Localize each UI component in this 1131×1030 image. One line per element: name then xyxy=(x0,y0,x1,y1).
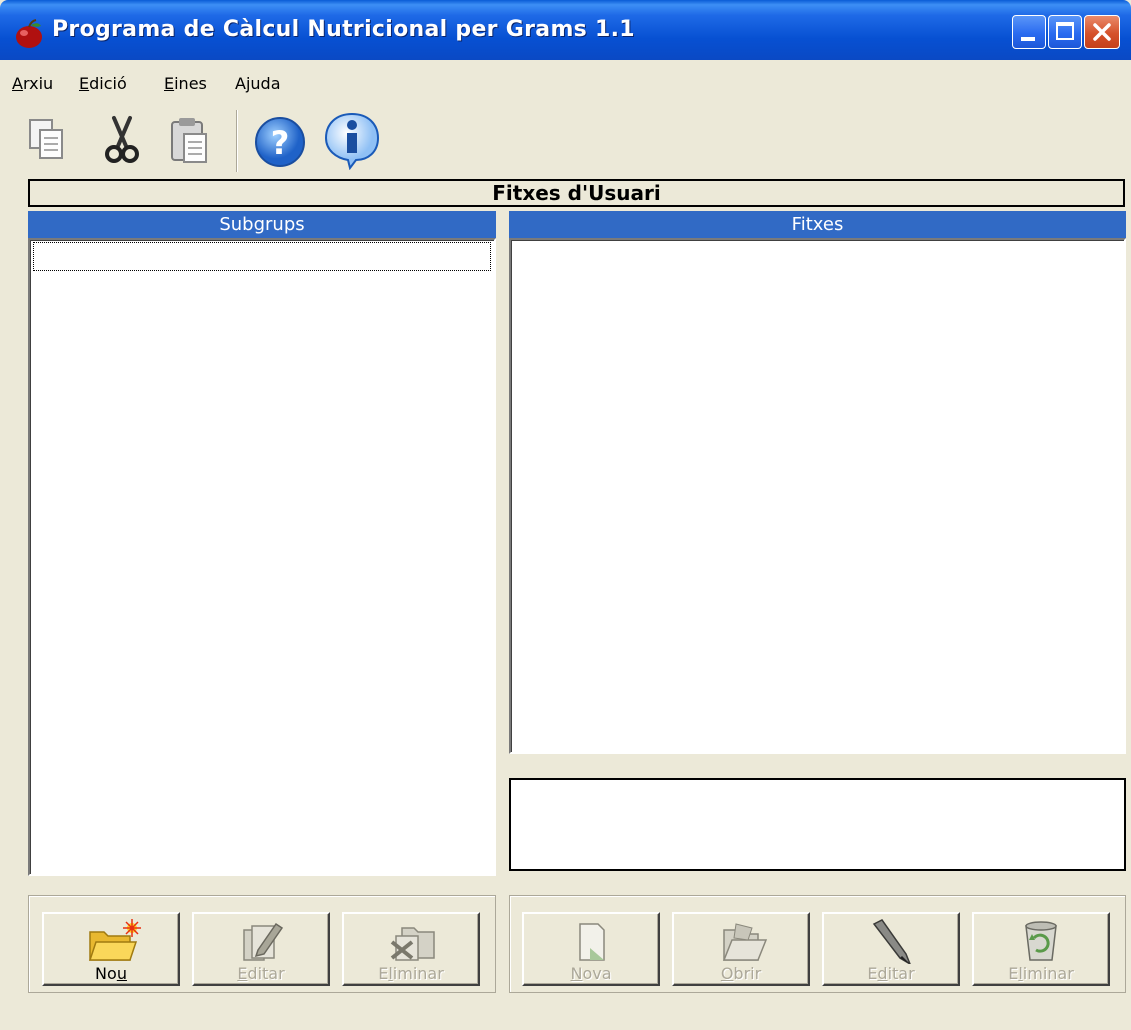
menu-ajuda[interactable]: Ajuda xyxy=(235,74,281,93)
edit-subgroup-button[interactable]: Editar xyxy=(192,912,330,986)
help-icon[interactable]: ? xyxy=(250,110,310,170)
new-folder-icon xyxy=(88,919,141,961)
subgroups-column-header: Subgrups xyxy=(28,211,496,238)
open-folder-icon xyxy=(722,923,768,961)
pen-icon xyxy=(872,919,911,964)
delete-folder-icon xyxy=(390,927,435,961)
close-button[interactable] xyxy=(1084,15,1120,49)
files-column-header: Fitxes xyxy=(509,211,1126,238)
open-file-button[interactable]: Obrir xyxy=(672,912,810,986)
cut-icon[interactable] xyxy=(92,110,152,170)
subgroups-focus-row[interactable] xyxy=(33,242,491,271)
section-header: Fitxes d'Usuari xyxy=(28,179,1125,207)
subgroups-list[interactable] xyxy=(28,238,496,876)
maximize-button[interactable] xyxy=(1048,15,1082,49)
edit-file-button[interactable]: Editar xyxy=(822,912,960,986)
toolbar-separator xyxy=(236,110,238,172)
copy-icon[interactable] xyxy=(20,110,80,170)
window-title: Programa de Càlcul Nutricional per Grams… xyxy=(52,17,635,42)
delete-subgroup-button[interactable]: Eliminar xyxy=(342,912,480,986)
delete-file-button[interactable]: Eliminar xyxy=(972,912,1110,986)
info-icon[interactable] xyxy=(322,110,382,170)
files-list[interactable] xyxy=(509,238,1126,754)
new-subgroup-button[interactable]: Nou xyxy=(42,912,180,986)
paste-icon[interactable] xyxy=(160,110,220,170)
edit-folder-icon xyxy=(243,922,284,961)
new-file-button[interactable]: Nova xyxy=(522,912,660,986)
svg-text:?: ? xyxy=(271,124,290,162)
recycle-bin-icon xyxy=(1025,921,1057,961)
menu-eines[interactable]: Eines xyxy=(164,74,207,93)
close-icon xyxy=(1093,23,1111,41)
menu-edicio[interactable]: Edició xyxy=(79,74,127,93)
apple-app-icon xyxy=(16,19,42,48)
file-description-box xyxy=(509,778,1126,871)
menu-arxiu[interactable]: Arxiu xyxy=(12,74,53,93)
new-document-icon xyxy=(579,923,605,961)
minimize-button[interactable] xyxy=(1012,15,1046,49)
